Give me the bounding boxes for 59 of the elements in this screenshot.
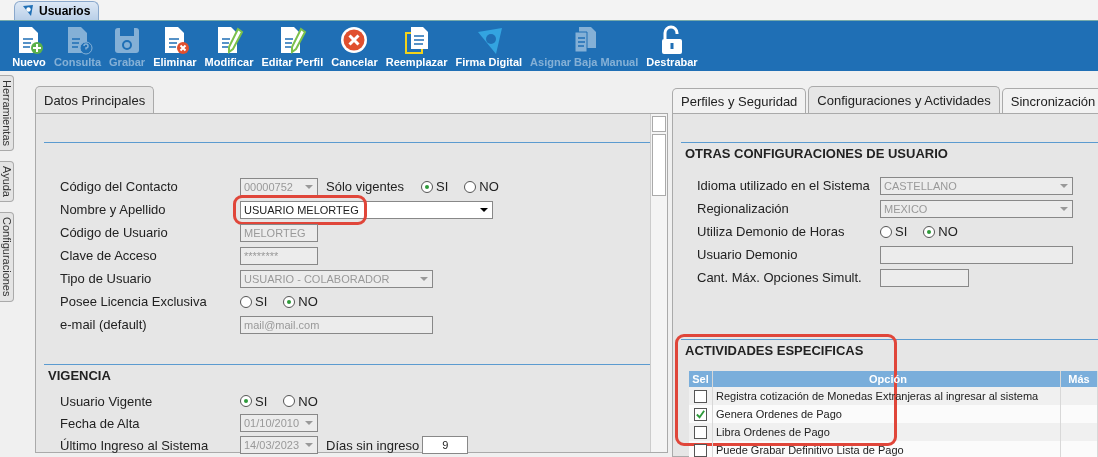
field-label: Idioma utilizado en el Sistema [697,178,871,193]
field-label: Tipo de Usuario [60,271,153,286]
radio-button[interactable] [923,225,936,238]
field-label: Código del Contacto [60,179,179,194]
tab[interactable]: Sincronización [1001,88,1098,113]
radio-label: NO [479,179,499,194]
field-label: e-mail (default) [60,317,148,332]
radio-label: SI [255,393,268,409]
toolbar-button[interactable]: Cancelar [329,23,380,69]
radio-button[interactable] [240,295,252,308]
checkbox[interactable] [694,389,707,403]
dropdown-field[interactable]: USUARIO MELORTEG [240,200,493,219]
section-title: ACTIVIDADES ESPECIFICAS [684,342,865,360]
tab[interactable]: Datos Principales [35,86,155,113]
toolbar-button[interactable]: Firma Digital [453,23,525,69]
toolbar-button[interactable]: Nuevo [10,23,48,69]
section-title: OTRAS CONFIGURACIONES DE USUARIO [684,145,949,163]
radio-button[interactable] [880,225,892,238]
side-tab[interactable]: Ayuda [0,161,14,203]
radio-button[interactable] [283,295,296,308]
side-tab[interactable]: Herramientas [0,75,14,152]
field-label: Cant. Máx. Opciones Simult. [697,270,863,285]
toolbar-button[interactable]: Modificar [202,23,256,69]
field-label: Días sin ingreso [326,437,420,453]
window-tab[interactable]: Usuarios [14,1,100,20]
field-label: Fecha de Alta [60,415,141,431]
radio-label: NO [298,294,318,309]
dropdown-arrow-icon[interactable] [480,207,488,212]
field-label: Sólo vigentes [326,179,405,194]
radio-label: NO [298,393,318,409]
toolbar-button[interactable]: Eliminar [151,23,199,69]
scroll-thumb[interactable] [652,134,666,196]
table-cell: Puede Grabar Definitivo Lista de Pago [713,441,1061,457]
field-label: Usuario Vigente [60,393,154,409]
toolbar-button[interactable]: Reemplazar [383,23,450,69]
field-label: Clave de Acceso [60,248,158,263]
field-label: Código de Usuario [60,225,169,240]
radio-label: NO [938,224,958,239]
checkbox[interactable] [694,425,707,439]
field-label: Nombre y Apellido [60,202,167,217]
toolbar-button[interactable]: Destrabar [644,23,700,69]
radio-button[interactable] [240,395,252,407]
field-label: Posee Licencia Exclusiva [60,294,208,309]
field-label: Utiliza Demonio de Horas [697,224,846,239]
field-label: Regionalización [697,201,790,216]
radio-label: SI [436,179,449,194]
field-label: Último Ingreso al Sistema [60,437,210,453]
toolbar-button[interactable]: Editar Perfil [259,23,326,69]
radio-label: SI [895,224,908,239]
radio-label: SI [255,294,268,309]
scrollbar[interactable] [650,114,667,452]
checkbox[interactable] [694,407,707,421]
side-tab[interactable]: Configuraciones [0,212,14,302]
radio-button[interactable] [283,395,296,407]
section-title: VIGENCIA [47,367,112,385]
tab[interactable]: Configuraciones y Actividades [808,86,1000,113]
tab[interactable]: Perfiles y Seguridad [672,88,807,113]
app-icon [21,4,35,18]
field-label: Usuario Demonio [697,247,799,262]
